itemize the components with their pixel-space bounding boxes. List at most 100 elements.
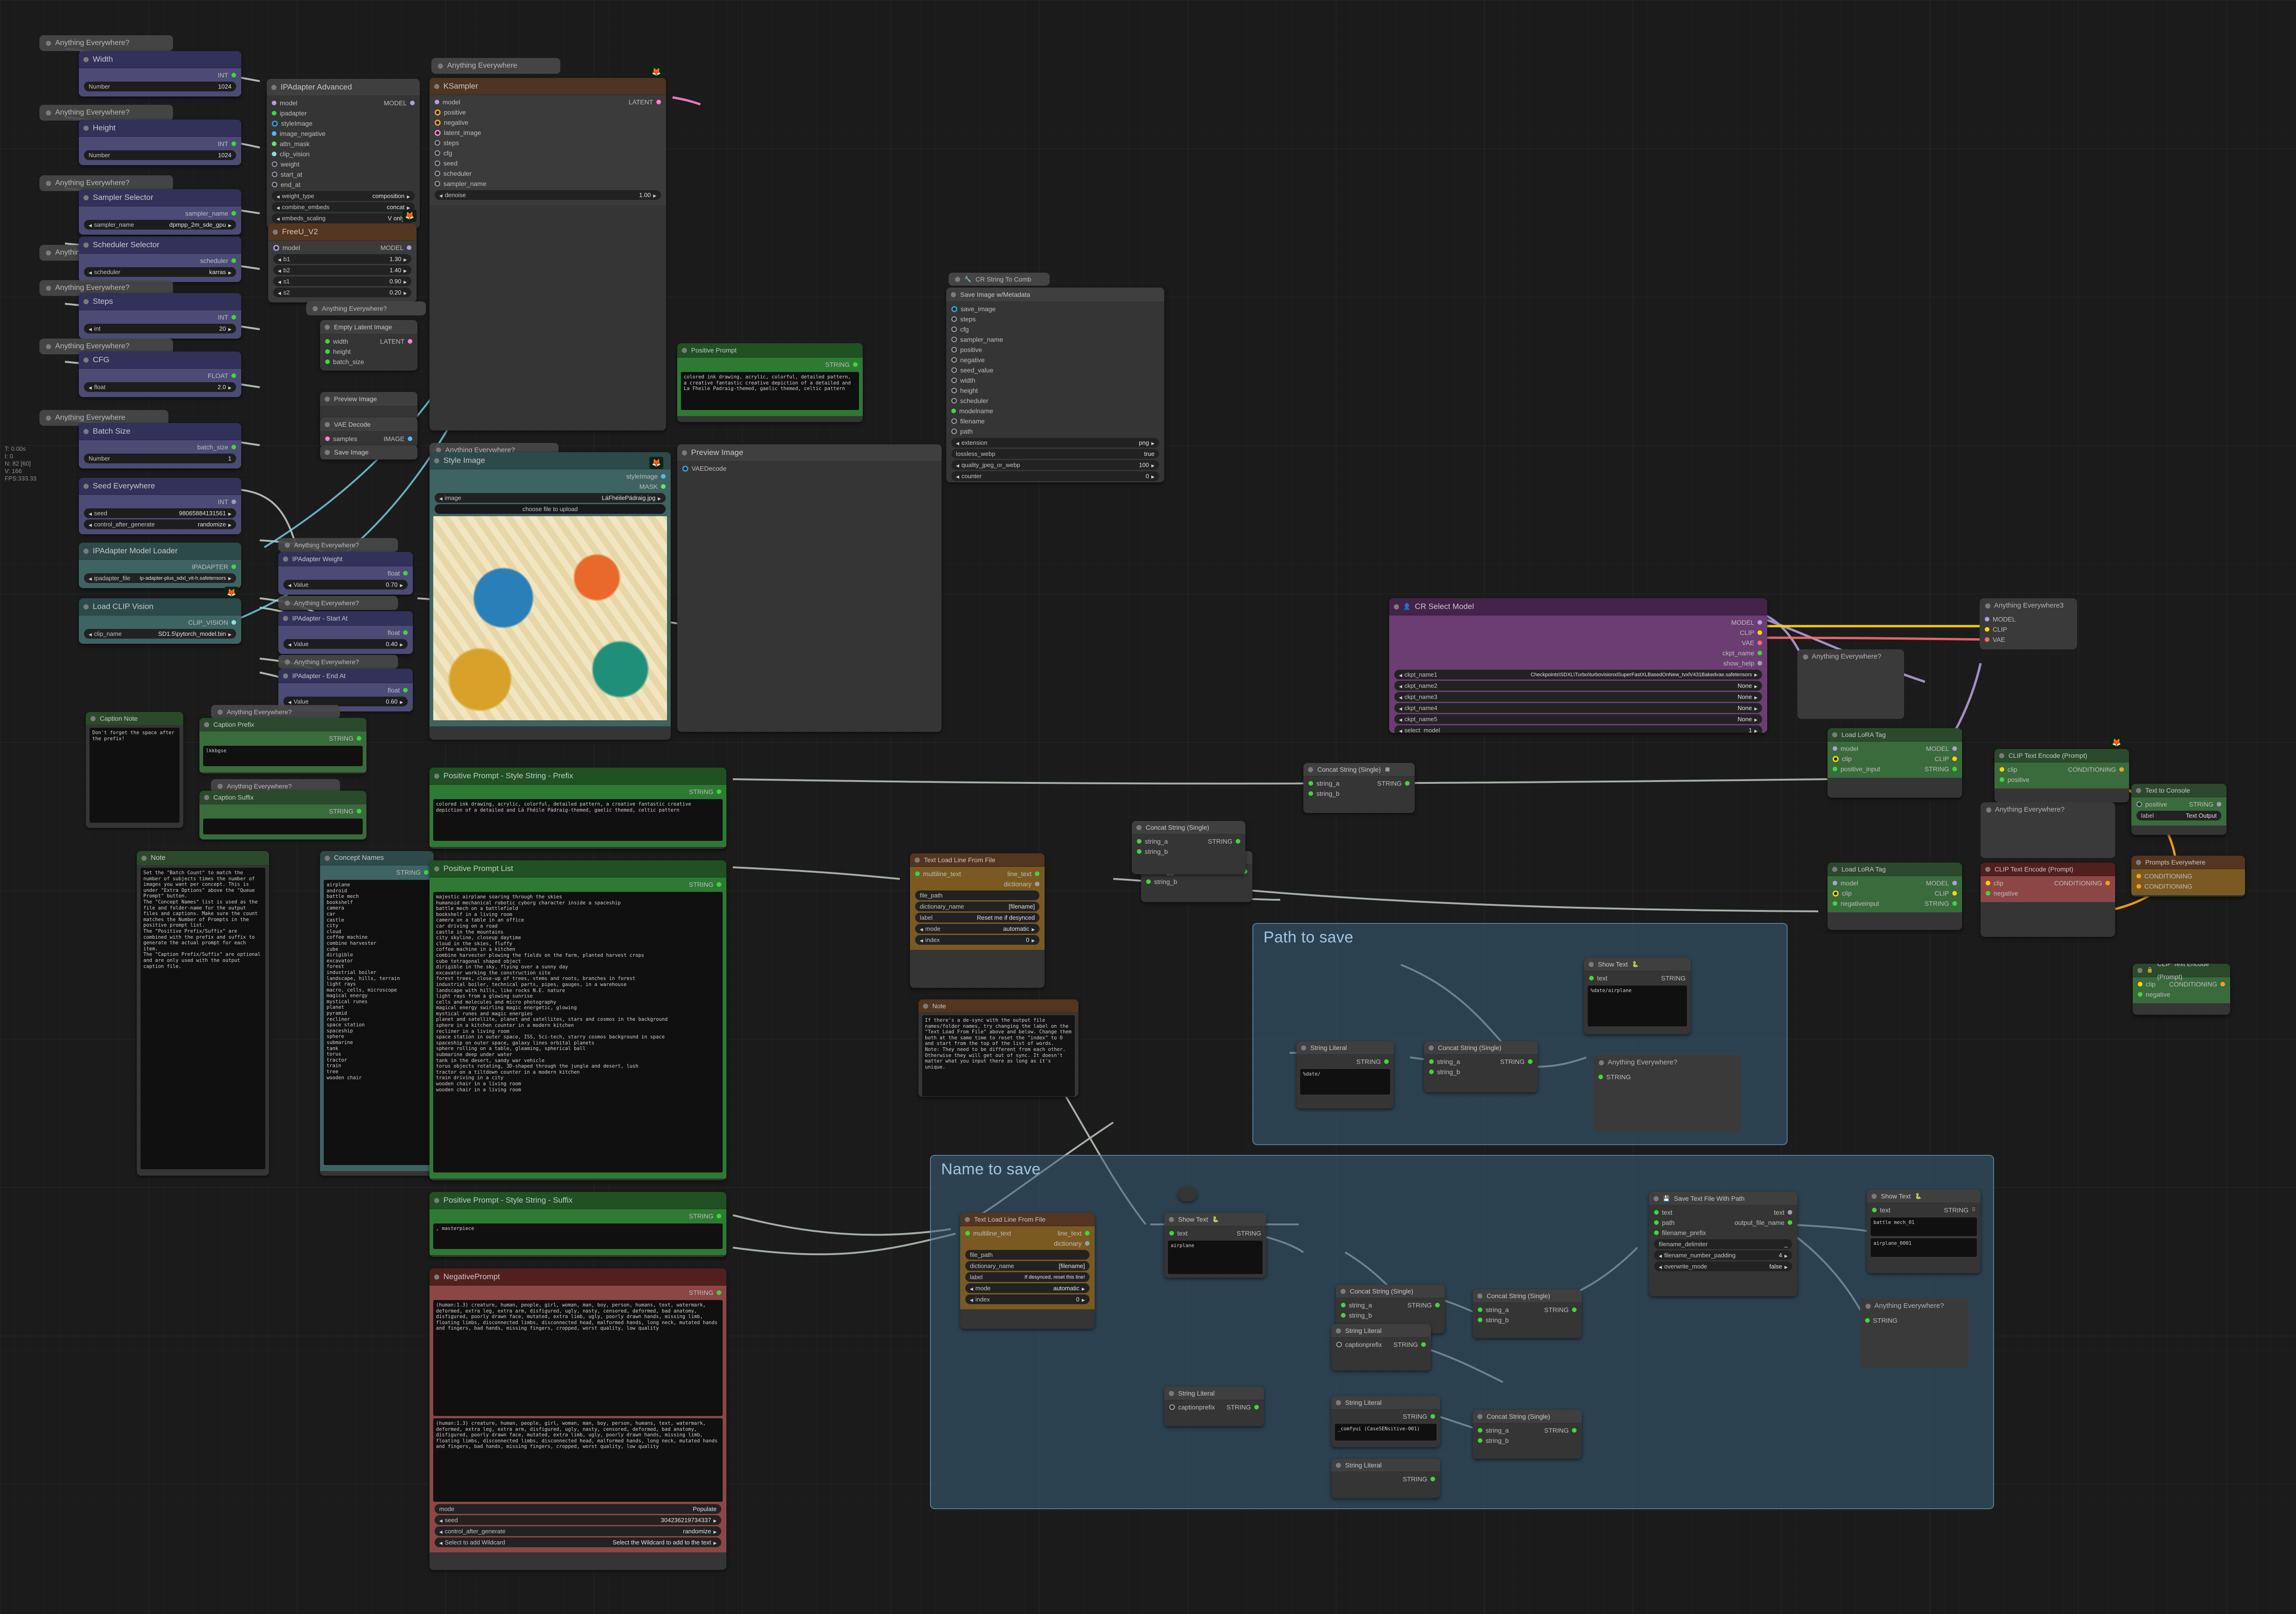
- input-pin[interactable]: [1985, 617, 1989, 621]
- node-width[interactable]: ComfyUI-Logic 0.00s Width INT Number1024: [79, 51, 241, 96]
- output-pin[interactable]: [1757, 661, 1762, 666]
- widget-control-after-generate[interactable]: control_after_generate randomize: [84, 519, 236, 529]
- input-pin[interactable]: [1429, 1070, 1434, 1074]
- node-positive-prefix[interactable]: ComfyUI-Logic 0.00s Positive Prompt - St…: [430, 768, 726, 849]
- collapse-dot[interactable]: [325, 449, 330, 455]
- output-pin[interactable]: [1757, 620, 1762, 625]
- output-pin[interactable]: [1421, 1342, 1426, 1347]
- widget-s2[interactable]: s2 0.20: [273, 288, 411, 297]
- node-text-to-console[interactable]: WAS Node Suite 0.00s Text to Console pos…: [2131, 784, 2226, 835]
- collapse-dot[interactable]: [83, 242, 89, 248]
- output-pin[interactable]: [1757, 651, 1762, 655]
- widget-s1[interactable]: s1 0.90: [273, 276, 411, 286]
- output-pin[interactable]: [661, 484, 666, 489]
- output-pin[interactable]: [231, 315, 236, 320]
- output-pin[interactable]: [2119, 767, 2124, 772]
- node-negative-prompt[interactable]: Impact Pack 0.00s NegativePrompt STRING …: [430, 1268, 726, 1570]
- input-pin[interactable]: [951, 409, 956, 413]
- node-clip-text-encode-negative[interactable]: CLIP Text Encode (Prompt) clip CONDITIONI…: [1981, 863, 2115, 937]
- collapse-dot[interactable]: [2137, 967, 2142, 973]
- node-concat-path[interactable]: FizzNodes 0.01s Concat String (Single) s…: [1424, 1041, 1538, 1092]
- node-string-literal-4[interactable]: Save Image with Generat.. String Literal…: [1331, 1459, 1440, 1498]
- node-anything-everywhere3[interactable]: Use Everywhere (UE Nodes) Anything Every…: [1980, 598, 2077, 649]
- concept-names-textarea[interactable]: airplane android battle mech bookshelf c…: [324, 880, 430, 1165]
- input-pin[interactable]: [325, 339, 330, 344]
- node-height[interactable]: ComfyUI-Logic 0.00s Height INT Number102…: [79, 120, 241, 165]
- output-pin[interactable]: [1952, 767, 1957, 771]
- node-collapse-dot[interactable]: [46, 415, 51, 421]
- input-pin[interactable]: [1833, 890, 1839, 897]
- input-pin[interactable]: [2138, 992, 2142, 997]
- collapse-dot[interactable]: [965, 1217, 970, 1222]
- input-pin[interactable]: [272, 120, 278, 127]
- node-collapse-dot[interactable]: [218, 709, 223, 715]
- collapse-dot[interactable]: [283, 556, 288, 562]
- widget-seed[interactable]: seed 304236219734337: [435, 1515, 721, 1525]
- input-pin[interactable]: [1308, 791, 1313, 796]
- show-text-final-textarea-2[interactable]: airplane_0001: [1871, 1238, 1977, 1257]
- input-pin[interactable]: [1654, 1210, 1659, 1215]
- collapse-dot[interactable]: [2136, 859, 2141, 865]
- output-pin[interactable]: [231, 141, 236, 146]
- output-pin[interactable]: [1572, 1307, 1577, 1312]
- widget-file-path[interactable]: file_path: [915, 890, 1039, 900]
- collapse-dot[interactable]: [83, 429, 89, 434]
- node-note-mid[interactable]: Note If there's a de-sync with the outpu…: [918, 999, 1078, 1097]
- collapse-dot[interactable]: [141, 855, 147, 861]
- widget-filename-delimiter[interactable]: filename_delimiter _: [1654, 1239, 1792, 1249]
- input-pin[interactable]: [435, 171, 440, 176]
- collapse-dot[interactable]: [1654, 1196, 1659, 1201]
- input-pin[interactable]: [2000, 777, 2004, 782]
- output-pin[interactable]: [1788, 1220, 1792, 1225]
- node-ue-anything-right[interactable]: Use Everywhere (UE Nodes) Anything Every…: [1797, 649, 1904, 719]
- node-collapse-dot[interactable]: [285, 600, 290, 606]
- collapse-dot[interactable]: [1340, 1288, 1346, 1294]
- output-pin[interactable]: [1085, 1241, 1090, 1246]
- collapse-dot[interactable]: [1985, 603, 1990, 608]
- node-reroute-1[interactable]: [1178, 1187, 1197, 1201]
- node-positive-prompt-top[interactable]: pythongosssss/ComfyUI-C.. 0.00s Positive…: [677, 343, 863, 422]
- output-pin[interactable]: [661, 474, 666, 479]
- positive-prefix-textarea[interactable]: colored ink drawing, acrylic, colorful, …: [433, 799, 723, 841]
- node-preview-image-big[interactable]: 0.00s Preview Image VAEDecode: [677, 444, 942, 732]
- output-pin[interactable]: [717, 1290, 721, 1295]
- widget-filename-number-padding[interactable]: filename_number_padding 4: [1654, 1250, 1792, 1260]
- node-ipadapter-weight[interactable]: ComfyUI-Logic IPAdapter Weight float Val…: [278, 552, 413, 595]
- output-pin[interactable]: [231, 500, 236, 504]
- collapse-dot[interactable]: [434, 1198, 439, 1203]
- input-pin[interactable]: [1341, 1313, 1346, 1318]
- widget-int[interactable]: int 20: [84, 324, 236, 333]
- input-pin[interactable]: [951, 378, 957, 383]
- show-text-name-textarea[interactable]: airplane: [1168, 1241, 1263, 1274]
- input-pin[interactable]: [1341, 1303, 1346, 1307]
- node-positive-suffix[interactable]: ComfyUI-Logic 0.00s Positive Prompt - St…: [430, 1192, 726, 1257]
- widget-index[interactable]: index 0: [915, 935, 1039, 945]
- collapse-dot[interactable]: [1599, 1060, 1604, 1065]
- input-pin[interactable]: [951, 388, 957, 393]
- collapse-dot[interactable]: [204, 794, 209, 800]
- widget-label[interactable]: label Text Output: [2136, 811, 2221, 820]
- output-pin[interactable]: [424, 870, 429, 875]
- node-save-image-metadata[interactable]: Save Image with Generat.. Save Image w/M…: [946, 288, 1164, 482]
- collapse-dot[interactable]: [1872, 1193, 1877, 1199]
- collapse-dot[interactable]: [83, 57, 89, 62]
- input-pin[interactable]: [1478, 1438, 1482, 1443]
- input-pin[interactable]: [435, 109, 441, 115]
- input-pin[interactable]: [951, 357, 957, 363]
- widget-weight-type[interactable]: weight_type composition: [272, 191, 415, 201]
- node-ksampler[interactable]: KSampler model LATENT positive negative l…: [430, 78, 666, 430]
- output-pin[interactable]: [1430, 1414, 1435, 1419]
- output-pin[interactable]: [1035, 882, 1039, 886]
- output-pin[interactable]: [1952, 891, 1957, 896]
- widget-label[interactable]: label If desynced, reset this line!: [965, 1272, 1090, 1282]
- output-pin[interactable]: [853, 362, 858, 367]
- show-text-final-textarea-1[interactable]: battle mech_01: [1871, 1217, 1977, 1236]
- output-pin[interactable]: [1528, 1059, 1533, 1064]
- input-pin[interactable]: [325, 349, 330, 354]
- input-pin[interactable]: [1865, 1318, 1870, 1323]
- node-collapse-dot[interactable]: [46, 180, 51, 186]
- input-pin[interactable]: [951, 429, 957, 434]
- ue-anything-everywhere-10[interactable]: Anything Everywhere?: [278, 596, 398, 610]
- node-collapse-dot[interactable]: [438, 63, 443, 69]
- widget-number[interactable]: Number 1024: [84, 82, 236, 91]
